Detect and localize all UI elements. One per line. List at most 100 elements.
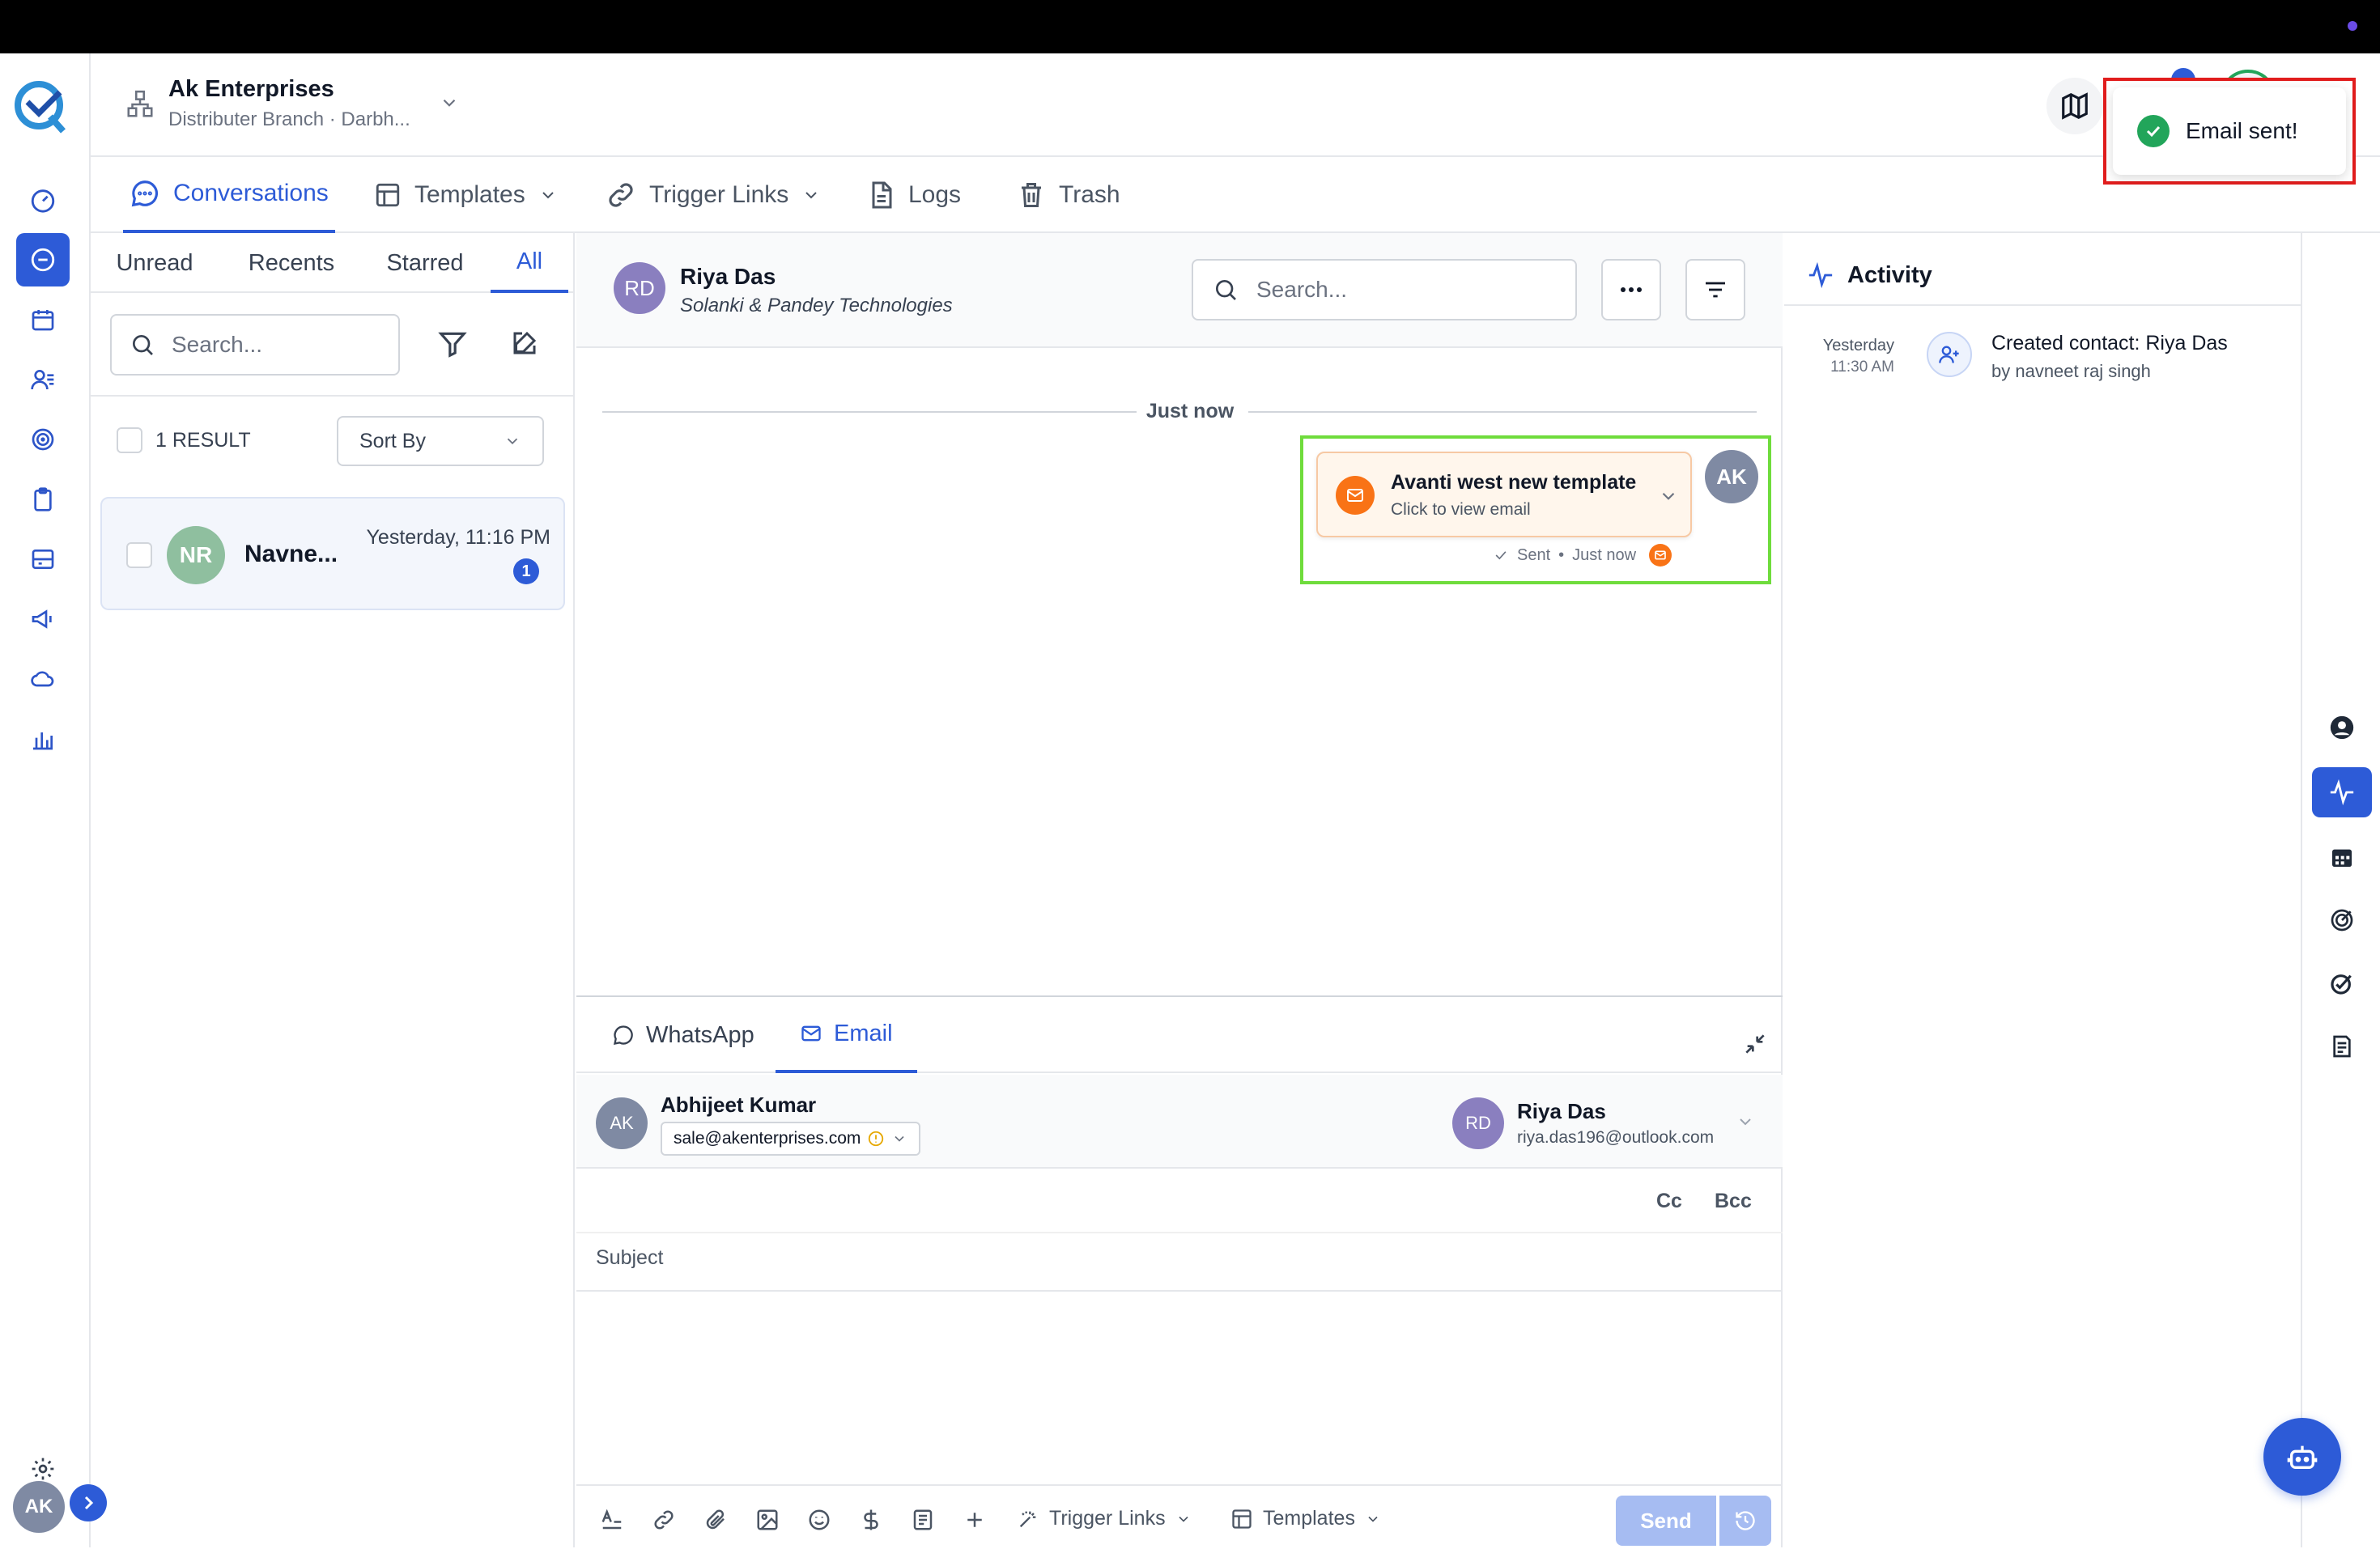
link-icon[interactable] — [644, 1500, 683, 1539]
image-icon[interactable] — [748, 1500, 787, 1539]
bcc-button[interactable]: Bcc — [1715, 1190, 1752, 1213]
subject-input[interactable]: Subject — [596, 1246, 663, 1270]
chevron-down-icon[interactable] — [1658, 486, 1679, 507]
tab-trigger-links-label: Trigger Links — [649, 181, 789, 208]
tab-trigger-links[interactable]: Trigger Links — [606, 157, 821, 233]
chevron-down-icon — [895, 1135, 905, 1142]
templates-button[interactable]: Templates — [1230, 1507, 1381, 1530]
target-icon[interactable] — [2312, 895, 2372, 945]
filter-starred[interactable]: Starred — [374, 233, 476, 293]
templates-label: Templates — [1263, 1507, 1355, 1530]
chat-search-input[interactable]: Search... — [1192, 259, 1577, 320]
tab-templates[interactable]: Templates — [374, 157, 558, 233]
tab-logs[interactable]: Logs — [866, 157, 961, 233]
megaphone-icon[interactable] — [16, 592, 70, 646]
attachment-icon[interactable] — [696, 1500, 735, 1539]
notes-icon[interactable] — [2312, 1021, 2372, 1072]
sort-by-label: Sort By — [359, 429, 426, 452]
sort-by-select[interactable]: Sort By — [337, 416, 544, 466]
contacts-icon[interactable] — [16, 353, 70, 406]
email-body-editor[interactable] — [576, 1293, 1783, 1484]
toast-message: Email sent! — [2186, 118, 2298, 143]
select-all-checkbox[interactable] — [117, 427, 142, 453]
filter-tabs: Unread Recents Starred All — [91, 233, 575, 293]
conversation-list-panel: Unread Recents Starred All Search... 1 R… — [91, 233, 575, 1547]
whatsapp-icon — [614, 1025, 633, 1045]
tab-conversations[interactable]: Conversations — [123, 157, 335, 233]
dollar-icon[interactable] — [852, 1500, 890, 1539]
form-icon[interactable] — [903, 1500, 942, 1539]
tab-email[interactable]: Email — [776, 997, 917, 1073]
tab-templates-label: Templates — [414, 181, 525, 208]
chat-panel: RD Riya Das Solanki & Pandey Technologie… — [576, 233, 1783, 1547]
list-item[interactable]: NR Navne... Yesterday, 11:16 PM 1 — [100, 497, 565, 610]
branch-name[interactable]: Distributer Branch · Darbh... — [168, 108, 410, 131]
inbox-icon[interactable] — [16, 533, 70, 586]
collapse-icon[interactable] — [1742, 1031, 1768, 1057]
add-user-icon — [1927, 332, 1972, 377]
section-tabs: Conversations Templates Trigger Links Lo… — [91, 157, 2380, 233]
send-button[interactable]: Send — [1616, 1496, 1716, 1546]
more-options-button[interactable] — [1601, 259, 1661, 320]
dashboard-icon[interactable] — [16, 173, 70, 227]
item-checkbox[interactable] — [126, 542, 152, 568]
message-composer: WhatsApp Email AK Abhijeet Kumar sale@ak… — [576, 995, 1783, 1547]
from-email: sale@akenterprises.com — [674, 1129, 861, 1148]
filter-all[interactable]: All — [491, 233, 568, 293]
email-channel-icon — [1649, 544, 1672, 567]
list-search-input[interactable]: Search... — [110, 314, 400, 376]
contact-name[interactable]: Riya Das — [680, 264, 776, 290]
compose-edit-icon[interactable] — [510, 329, 539, 358]
filter-unread[interactable]: Unread — [107, 233, 202, 293]
template-icon — [1232, 1509, 1252, 1529]
chevron-down-icon[interactable] — [439, 92, 460, 113]
chevron-down-icon[interactable] — [1736, 1112, 1755, 1131]
tab-trash[interactable]: Trash — [1017, 157, 1120, 233]
activity-pulse-icon[interactable] — [2312, 767, 2372, 817]
user-avatar[interactable]: AK — [13, 1481, 65, 1533]
map-icon[interactable] — [2046, 78, 2103, 134]
status-time: Just now — [1572, 545, 1637, 564]
robot-icon — [2287, 1445, 2318, 1469]
system-top-bar — [0, 0, 2380, 53]
template-icon — [376, 183, 400, 207]
schedule-send-button[interactable] — [1719, 1496, 1771, 1546]
activity-text: Created contact: Riya Das — [1991, 332, 2228, 354]
plus-icon[interactable] — [955, 1500, 994, 1539]
chat-search-placeholder: Search... — [1256, 277, 1348, 302]
warning-icon — [869, 1131, 884, 1147]
user-circle-icon[interactable] — [2312, 702, 2372, 753]
target-icon[interactable] — [16, 413, 70, 466]
clipboard-icon[interactable] — [16, 473, 70, 526]
to-email: riya.das196@outlook.com — [1517, 1128, 1715, 1147]
cloud-icon[interactable] — [16, 652, 70, 706]
task-check-icon[interactable] — [2312, 958, 2372, 1008]
filter-funnel-icon[interactable] — [437, 329, 468, 359]
item-time: Yesterday, 11:16 PM — [366, 526, 550, 549]
chat-filter-button[interactable] — [1685, 259, 1745, 320]
result-count: 1 RESULT — [155, 429, 251, 452]
text-format-icon[interactable] — [593, 1500, 631, 1539]
tab-whatsapp[interactable]: WhatsApp — [602, 997, 764, 1073]
composer-tabs: WhatsApp Email — [576, 997, 1783, 1073]
cc-button[interactable]: Cc — [1656, 1190, 1682, 1213]
conversations-rail-icon[interactable] — [16, 233, 70, 286]
calendar-icon[interactable] — [16, 293, 70, 346]
bar-chart-icon[interactable] — [16, 712, 70, 766]
contact-avatar: RD — [614, 262, 665, 314]
trigger-links-button[interactable]: Trigger Links — [1017, 1507, 1192, 1530]
chat-bot-button[interactable] — [2263, 1418, 2341, 1496]
emoji-icon[interactable] — [800, 1500, 839, 1539]
filter-recents[interactable]: Recents — [235, 233, 348, 293]
trigger-links-label: Trigger Links — [1049, 1507, 1166, 1530]
chevron-down-icon — [1368, 1516, 1378, 1522]
calendar-icon[interactable] — [2312, 832, 2372, 882]
check-icon — [1495, 551, 1507, 560]
sparkle-icon — [1019, 1511, 1036, 1527]
activity-by: by navneet raj singh — [1991, 361, 2151, 381]
company-name[interactable]: Ak Enterprises — [168, 76, 334, 103]
chat-header: RD Riya Das Solanki & Pandey Technologie… — [576, 233, 1783, 348]
from-email-select[interactable]: sale@akenterprises.com — [661, 1122, 921, 1156]
email-message-card[interactable]: Avanti west new template Click to view e… — [1316, 452, 1692, 537]
app-logo[interactable] — [11, 78, 70, 136]
